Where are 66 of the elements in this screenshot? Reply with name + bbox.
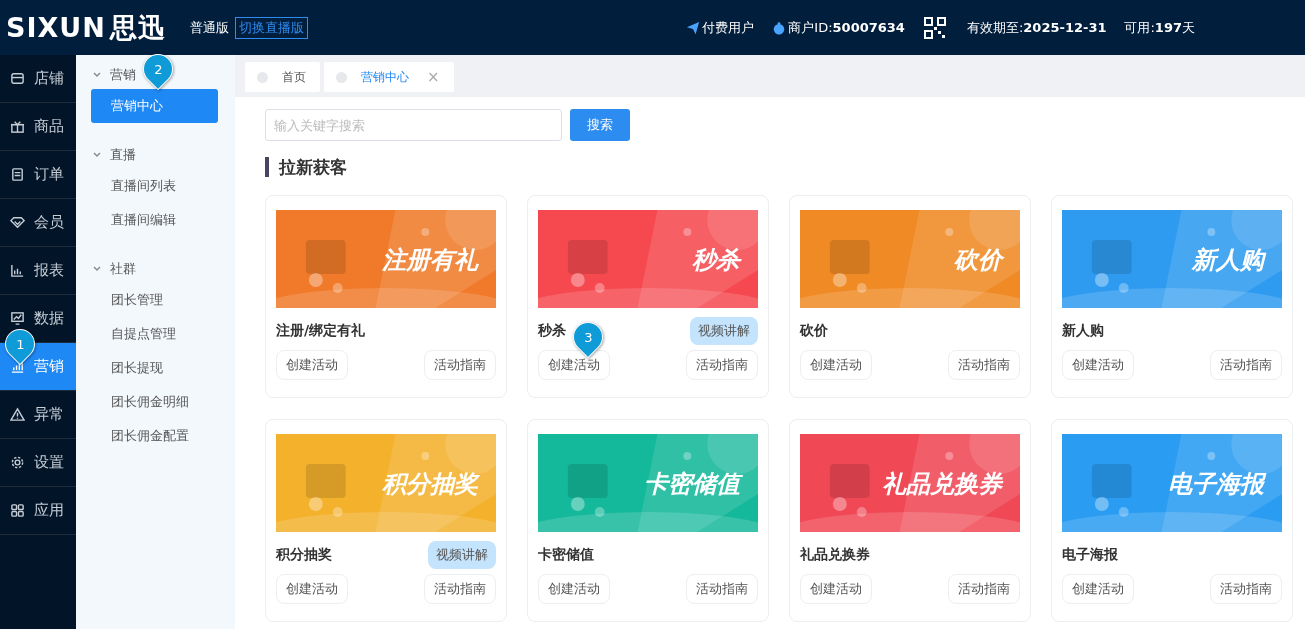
banner-title: 礼品兑换券 (882, 469, 1002, 500)
paper-plane-icon (686, 20, 701, 35)
page-tab[interactable]: 营销中心 × (324, 62, 454, 92)
menu-group-header[interactable]: 直播 (76, 141, 136, 169)
gift-icon (10, 119, 25, 134)
guide-button[interactable]: 活动指南 (948, 574, 1020, 604)
card-title: 砍价 (800, 322, 828, 340)
submenu-item[interactable]: 营销中心 (91, 89, 218, 123)
create-activity-button[interactable]: 创建活动 (1062, 350, 1134, 380)
guide-button[interactable]: 活动指南 (1210, 350, 1282, 380)
submenu-item[interactable]: 直播间列表 (91, 169, 218, 203)
warning-icon (10, 407, 25, 422)
diamond-icon (10, 215, 25, 230)
menu-group-header[interactable]: 营销 (76, 61, 136, 89)
clipboard-icon (10, 167, 25, 182)
create-activity-button[interactable]: 创建活动 (1062, 574, 1134, 604)
card-title: 电子海报 (1062, 546, 1118, 564)
card-title: 注册/绑定有礼 (276, 322, 366, 340)
edition-label: 普通版 (189, 18, 229, 37)
guide-button[interactable]: 活动指南 (686, 574, 758, 604)
card-title: 积分抽奖 (276, 546, 332, 564)
user-type: 付费用户 (702, 18, 755, 37)
menu-group-header[interactable]: 社群 (76, 255, 136, 283)
guide-button[interactable]: 活动指南 (424, 350, 496, 380)
merchant-id: 商户ID:50007634 (788, 18, 905, 37)
apps-icon (10, 503, 25, 518)
submenu-item[interactable]: 团长佣金配置 (91, 419, 218, 453)
banner-title: 积分抽奖 (382, 469, 478, 500)
create-activity-button[interactable]: 创建活动 (800, 574, 872, 604)
create-activity-button[interactable]: 创建活动 (538, 350, 610, 380)
monitor-chart-icon (10, 311, 25, 326)
bar-chart-icon (10, 263, 25, 278)
page-tab[interactable]: 首页 (245, 62, 320, 92)
guide-button[interactable]: 活动指南 (1210, 574, 1282, 604)
bag-icon (772, 20, 787, 35)
logo: SIXUN 思迅 (6, 10, 166, 45)
tab-dot-icon (257, 71, 268, 83)
banner-title: 秒杀 (692, 245, 740, 276)
card-title: 秒杀 (538, 322, 566, 340)
submenu-item[interactable]: 直播间编辑 (91, 203, 218, 237)
guide-button[interactable]: 活动指南 (424, 574, 496, 604)
video-button[interactable]: 视频讲解 (428, 541, 496, 569)
card-title: 礼品兑换券 (800, 546, 870, 564)
section-title: 拉新获客 (265, 157, 1293, 177)
create-activity-button[interactable]: 创建活动 (538, 574, 610, 604)
submenu-item[interactable]: 团长提现 (91, 351, 218, 385)
search-field[interactable]: 输入关键字搜索 (265, 109, 562, 141)
create-activity-button[interactable]: 创建活动 (276, 574, 348, 604)
guide-button[interactable]: 活动指南 (686, 350, 758, 380)
expiry-date: 有效期至:2025-12-31 (966, 18, 1107, 37)
card-title: 新人购 (1062, 322, 1104, 340)
submenu-item[interactable]: 自提点管理 (91, 317, 218, 351)
card-title: 卡密储值 (538, 546, 594, 564)
submenu-item[interactable]: 团长佣金明细 (91, 385, 218, 419)
switch-edition-link[interactable]: 切换直播版 (234, 16, 308, 39)
remaining-days: 可用:197天 (1124, 18, 1195, 37)
store-icon (10, 71, 25, 86)
settings-icon (10, 455, 25, 470)
guide-button[interactable]: 活动指南 (948, 350, 1020, 380)
banner-title: 注册有礼 (382, 245, 478, 276)
create-activity-button[interactable]: 创建活动 (276, 350, 348, 380)
qr-code-icon[interactable] (922, 15, 947, 40)
create-activity-button[interactable]: 创建活动 (800, 350, 872, 380)
video-button[interactable]: 视频讲解 (690, 317, 758, 345)
tab-dot-icon (336, 71, 347, 83)
submenu-item[interactable]: 团长管理 (91, 283, 218, 317)
